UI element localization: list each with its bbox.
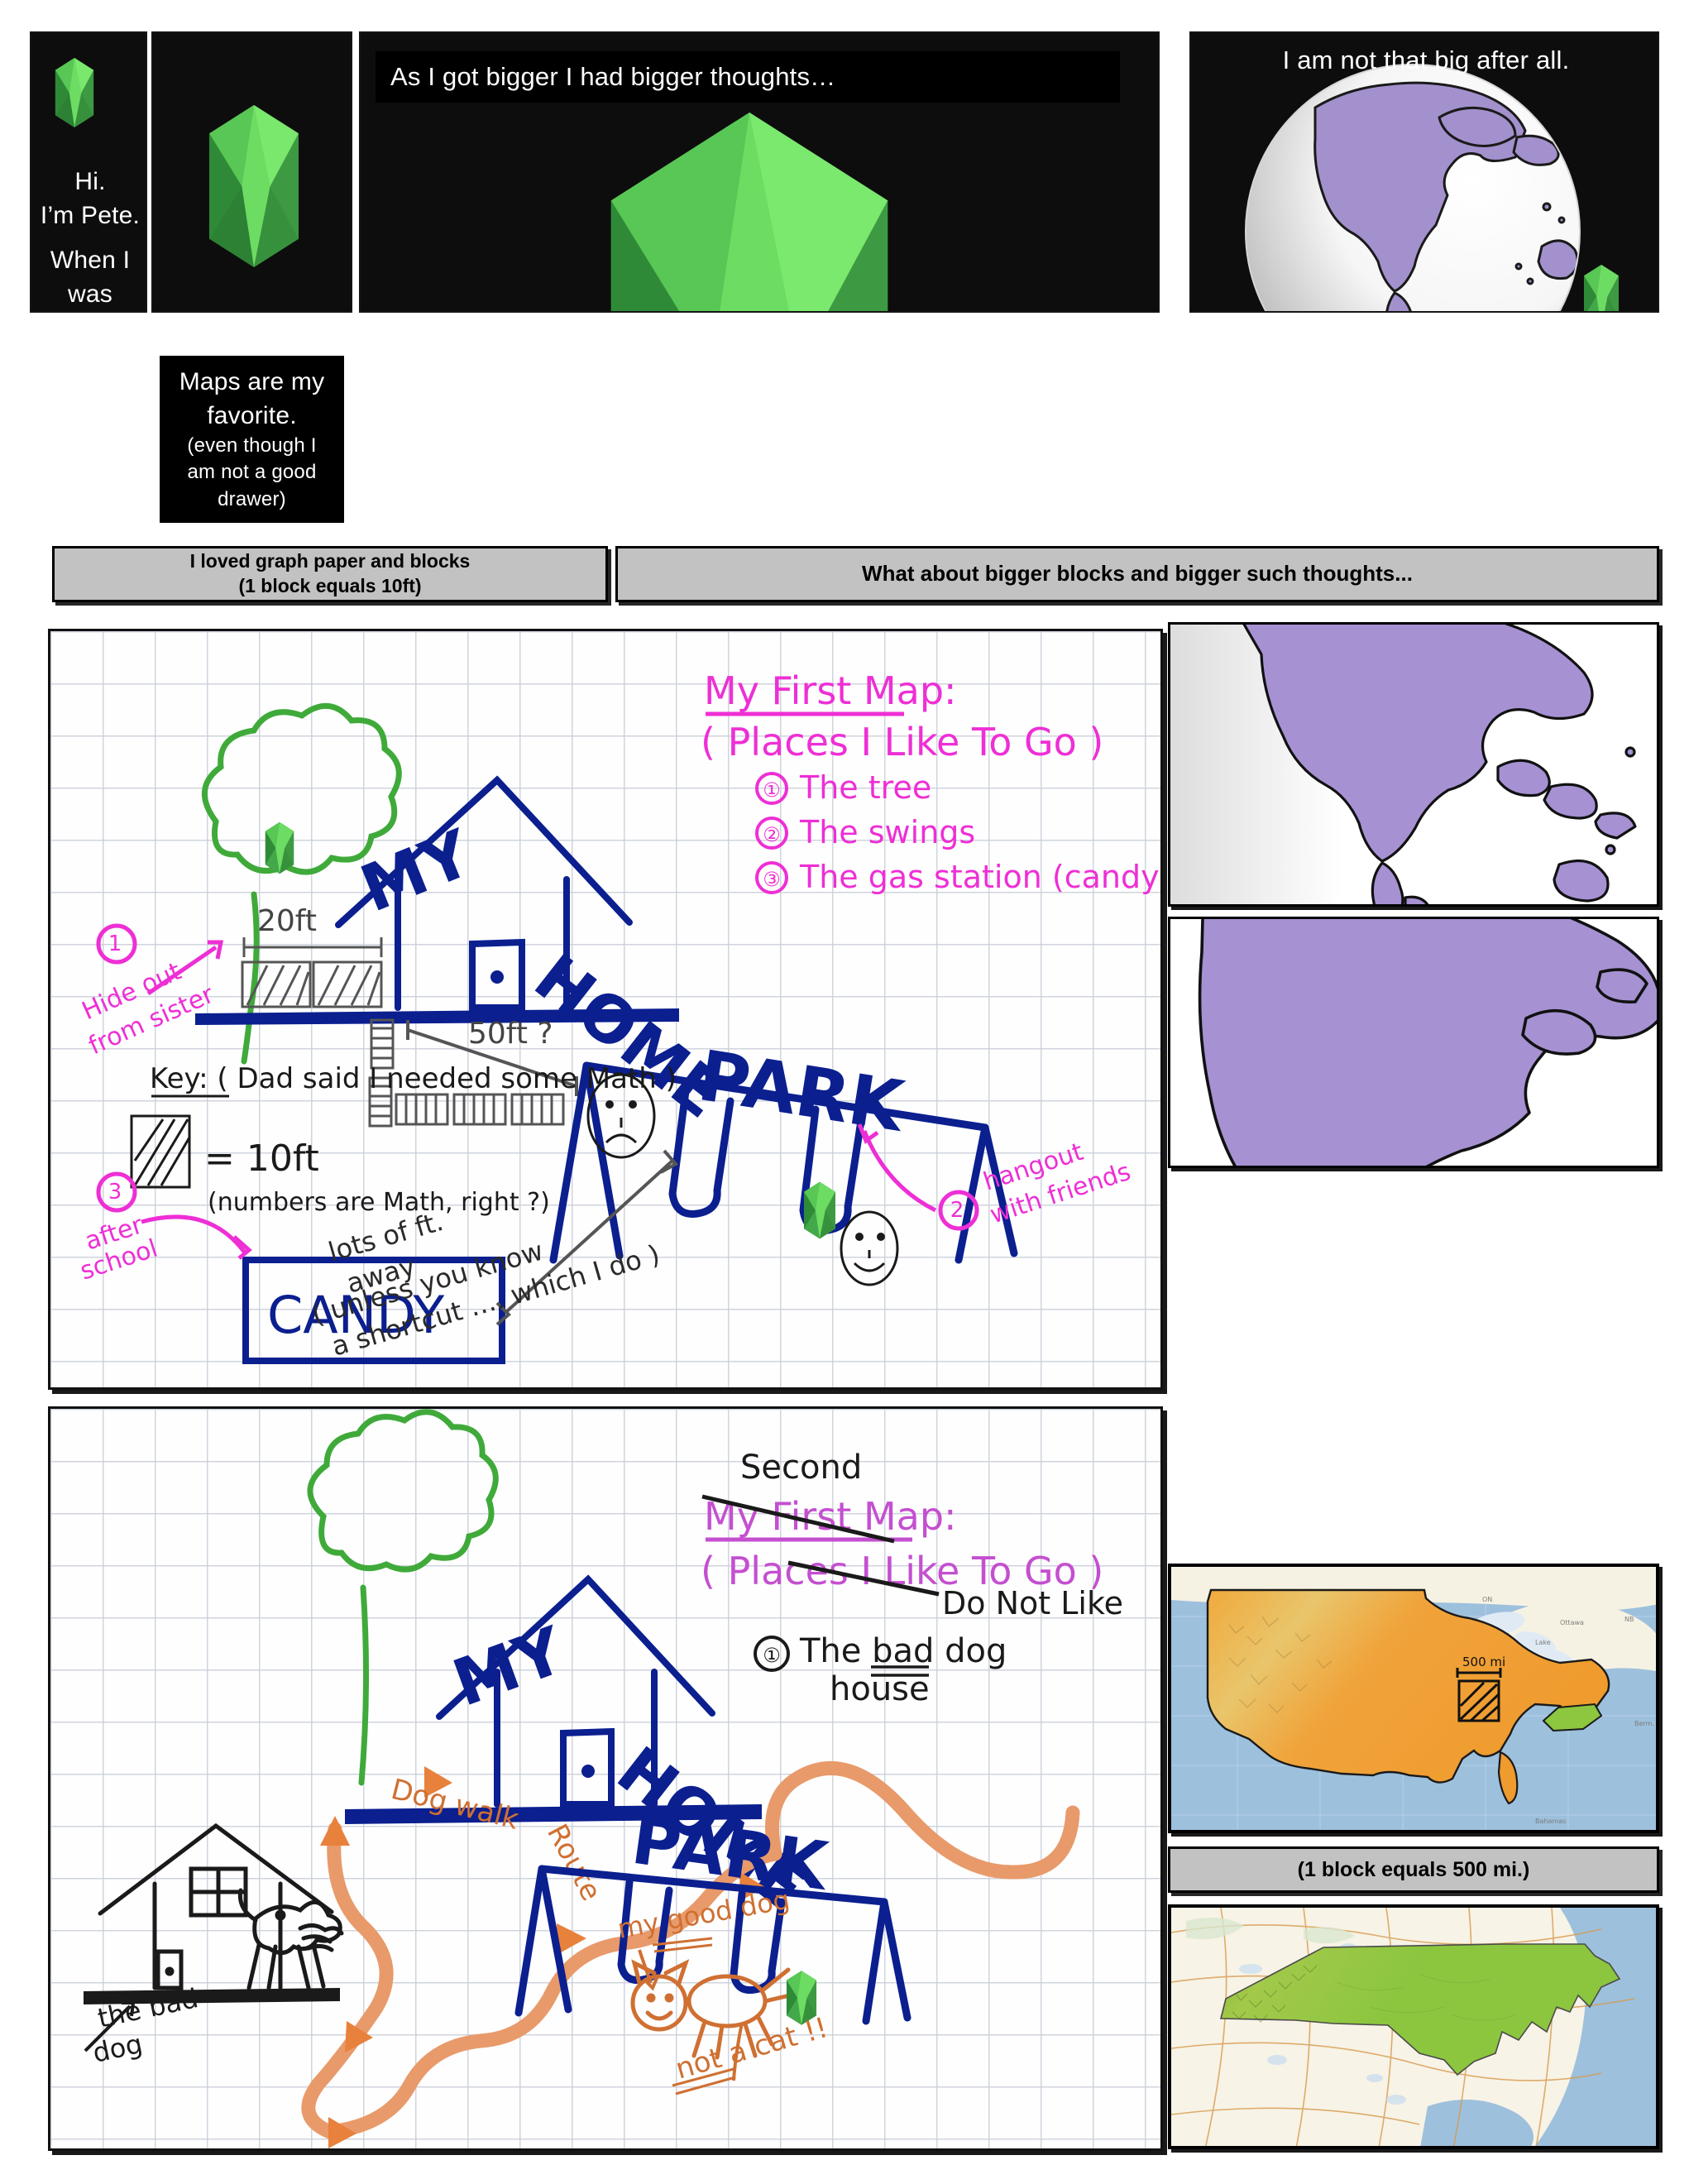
- caption-bar-500mi: (1 block equals 500 mi.): [1168, 1846, 1659, 1893]
- panel1-text-body: When I was small I loved to draw.: [31, 244, 147, 313]
- comic-panel-3: As I got bigger I had bigger thoughts…: [359, 31, 1160, 313]
- ann-hangout-number: 2: [950, 1198, 964, 1223]
- caption-left-line-1: I loved graph paper and blocks: [189, 550, 471, 572]
- bad-dog-label-1: the bad: [95, 1982, 201, 2034]
- comic-page: Hi. I’m Pete. When I was small I loved t…: [0, 0, 1689, 2184]
- comic-panel-4: I am not that big after all.: [1189, 31, 1659, 313]
- panel3-caption-text: As I got bigger I had bigger thoughts…: [390, 62, 836, 91]
- caption-right-line-1: What about bigger blocks and bigger such…: [862, 561, 1413, 587]
- map2-legend-num-1: ①: [763, 1644, 781, 1667]
- map1-legend-num-2: ②: [763, 823, 781, 846]
- map-label-on: ON: [1482, 1596, 1492, 1603]
- map2-legend-text-1b: house: [830, 1670, 930, 1708]
- caption-bar-left: I loved graph paper and blocks (1 block …: [52, 546, 608, 602]
- panel2-caption-sub: (even though I am not a good drawer): [187, 434, 317, 510]
- ann-after-number: 3: [108, 1180, 122, 1205]
- key-header-text: Key: ( Dad said I needed some Math ): [150, 1062, 677, 1095]
- panel1-line-1: Hi.: [74, 168, 106, 195]
- usa-relief-svg: 500 mi ON Ottawa NB Lake Berm. Bahamas: [1171, 1567, 1656, 1830]
- map1-legend-num-3: ③: [763, 868, 781, 891]
- map-label-ottawa: Ottawa: [1560, 1619, 1584, 1626]
- caption-left-line-2: (1 block equals 10ft): [238, 575, 422, 596]
- hand-drawn-map-2: MY HOME Dog walk Route PARK my good dog …: [48, 1406, 1163, 2151]
- label-my-2: MY: [444, 1613, 575, 1722]
- map-united-states-relief: 500 mi ON Ottawa NB Lake Berm. Bahamas: [1168, 1564, 1659, 1833]
- green-block-icon-medium: [209, 105, 299, 267]
- panel3-caption: As I got bigger I had bigger thoughts…: [376, 51, 1120, 103]
- label-park-2: PARK: [627, 1802, 834, 1905]
- green-block-in-tree: [265, 821, 294, 874]
- panel1-body-1: When I was: [50, 247, 131, 308]
- key-note-text: (numbers are Math, right ?): [208, 1188, 550, 1217]
- map1-title-line-2: ( Places I Like To Go ): [701, 720, 1103, 764]
- comic-panel-1: Hi. I’m Pete. When I was small I loved t…: [30, 31, 147, 313]
- map-north-carolina: [1168, 1904, 1659, 2149]
- map-label-bermuda: Berm.: [1634, 1720, 1654, 1727]
- hand-drawn-map-1: 20ft 50ft ? PARK MY HOME CANDY Key: (Da…: [48, 629, 1163, 1390]
- label-dog-walk: Dog walk: [388, 1773, 522, 1837]
- bad-dog-label-2: dog: [90, 2028, 146, 2069]
- map1-legend-text-1: The tree: [799, 769, 931, 806]
- bad-dog-drawing: [237, 1888, 344, 1990]
- label-20ft: 20ft: [257, 904, 317, 938]
- panel4-caption-text: I am not that big after all.: [1282, 46, 1570, 74]
- map-label-lake: Lake: [1535, 1639, 1551, 1646]
- tree-drawing-2: [307, 1409, 499, 1786]
- map1-title-line-1: My First Map:: [704, 668, 957, 713]
- north-america-outline-svg: [1170, 625, 1657, 904]
- north-carolina-svg: [1171, 1908, 1656, 2146]
- panel2-caption-main: Maps are my favorite.: [179, 368, 325, 429]
- scale-label-500mi: 500 mi: [1462, 1655, 1505, 1669]
- panel1-body-2: small I loved: [31, 311, 147, 313]
- map1-legend-text-2: The swings: [799, 814, 975, 850]
- map-label-nb: NB: [1624, 1616, 1634, 1623]
- map2-title-replacement: Second: [740, 1449, 862, 1487]
- map1-title-legend: My First Map: ( Places I Like To Go ) ① …: [701, 668, 1163, 895]
- map-label-bahamas: Bahamas: [1535, 1818, 1566, 1825]
- panel1-text-greeting: Hi. I’m Pete.: [31, 165, 146, 232]
- map1-key: Key: ( Dad said I needed some Math ) = 1…: [130, 1062, 677, 1217]
- map-north-america-1: [1168, 622, 1659, 907]
- key-equals-text: = 10ft: [204, 1138, 319, 1180]
- smiley-face-icon: [840, 1210, 899, 1286]
- panel1-line-2: I’m Pete.: [40, 201, 141, 229]
- caption-bar-right: What about bigger blocks and bigger such…: [615, 546, 1659, 602]
- key-swatch-hatch: [130, 1114, 191, 1189]
- ann-hideout-number: 1: [108, 932, 122, 956]
- map1-legend-text-3: The gas station (candy !!): [799, 859, 1163, 895]
- label-my-1: MY: [351, 816, 482, 927]
- map2-paren-replacement: Do Not Like: [942, 1585, 1123, 1621]
- map2-legend-text-1: The bad dog: [799, 1632, 1007, 1670]
- panel2-caption-box: Maps are my favorite. (even though I am …: [160, 356, 344, 524]
- map1-legend-num-1: ①: [763, 778, 781, 802]
- panel4-caption: I am not that big after all.: [1191, 43, 1658, 78]
- label-route: Route: [540, 1818, 608, 1906]
- green-block-next-to-globe: [1584, 264, 1619, 311]
- map-north-america-2: [1168, 917, 1659, 1168]
- map2-title-struck: My First Map:: [704, 1494, 957, 1539]
- caption-500mi-text: (1 block equals 500 mi.): [1297, 1857, 1530, 1881]
- green-block-on-swing: [804, 1181, 835, 1239]
- north-america-zoom-svg: [1170, 919, 1657, 1166]
- label-50ft: 50ft ?: [468, 1017, 553, 1051]
- comic-panel-2: [151, 31, 352, 313]
- scale-blocks-20ft: [241, 937, 383, 1008]
- map2-title-block: Second My First Map: ( Places I Like To …: [701, 1449, 1123, 1708]
